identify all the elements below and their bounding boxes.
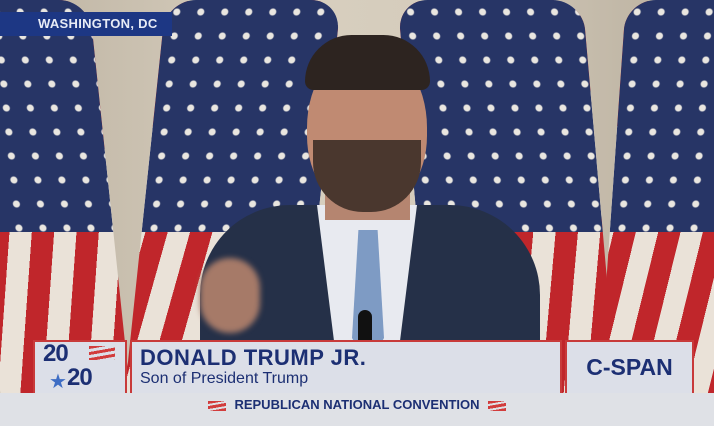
speaker-figure bbox=[195, 30, 545, 365]
speaker-title: Son of President Trump bbox=[140, 370, 309, 387]
event-banner: REPUBLICAN NATIONAL CONVENTION bbox=[0, 393, 714, 426]
speaker-lower-third: DONALD TRUMP JR. Son of President Trump bbox=[130, 340, 562, 393]
stripes-icon bbox=[208, 400, 227, 411]
stripes-icon bbox=[487, 400, 506, 411]
network-logo: C-SPAN bbox=[565, 340, 694, 393]
event-name: REPUBLICAN NATIONAL CONVENTION bbox=[234, 397, 480, 412]
location-bug: WASHINGTON, DC bbox=[0, 12, 172, 36]
stripes-icon bbox=[89, 346, 115, 360]
star-icon: ★ bbox=[49, 371, 67, 393]
speaker-name: DONALD TRUMP JR. bbox=[140, 345, 367, 370]
rnc-2020-logo: 20 ★ 20 bbox=[33, 340, 127, 393]
